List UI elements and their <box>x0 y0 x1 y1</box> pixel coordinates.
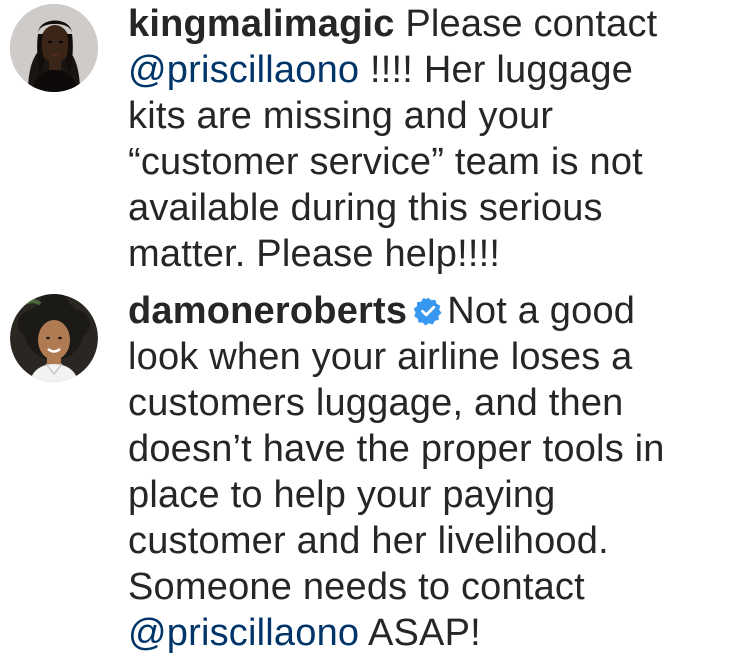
mention-link[interactable]: @priscillaono <box>128 612 359 654</box>
username-link[interactable]: damoneroberts <box>128 290 407 332</box>
profile-photo-avatar <box>10 294 98 382</box>
comment-line: damoneroberts Not a good <box>128 288 728 334</box>
comment-line: customers luggage, and then <box>128 382 624 424</box>
comment-line: customer and her livelihood. <box>128 520 609 562</box>
comment-line: kingmalimagic Please contact <box>128 1 728 47</box>
username-link[interactable]: kingmalimagic <box>128 3 395 45</box>
comment-line: “customer service” team is not <box>128 141 643 183</box>
profile-photo-avatar <box>10 4 98 92</box>
comment-line: @priscillaono ASAP! <box>128 610 728 656</box>
comment-line: place to help your paying <box>128 474 556 516</box>
comment-line: matter. Please help!!!! <box>128 233 501 275</box>
comments-list: kingmalimagic Please contact @priscillao… <box>0 0 741 668</box>
verified-badge-icon <box>413 296 443 326</box>
comment-line: available during this serious <box>128 187 603 229</box>
avatar[interactable] <box>10 294 98 382</box>
comment-text: kingmalimagic Please contact @priscillao… <box>128 1 728 277</box>
comment-body-text: Not a good <box>447 290 636 332</box>
comment-line: kits are missing and your <box>128 95 554 137</box>
comment-line: doesn’t have the proper tools in <box>128 428 665 470</box>
mention-link[interactable]: @priscillaono <box>128 49 359 91</box>
comment-line: look when your airline loses a <box>128 336 633 378</box>
comment-line: @priscillaono !!!! Her luggage <box>128 47 728 93</box>
comment-line: Someone needs to contact <box>128 566 585 608</box>
comment-text: damoneroberts Not a good look when your a… <box>128 288 728 656</box>
avatar[interactable] <box>10 4 98 92</box>
comment-body-text: !!!! Her luggage <box>359 49 634 91</box>
comment-body-text: Please contact <box>394 3 658 45</box>
comment-body-text: ASAP! <box>359 612 481 654</box>
